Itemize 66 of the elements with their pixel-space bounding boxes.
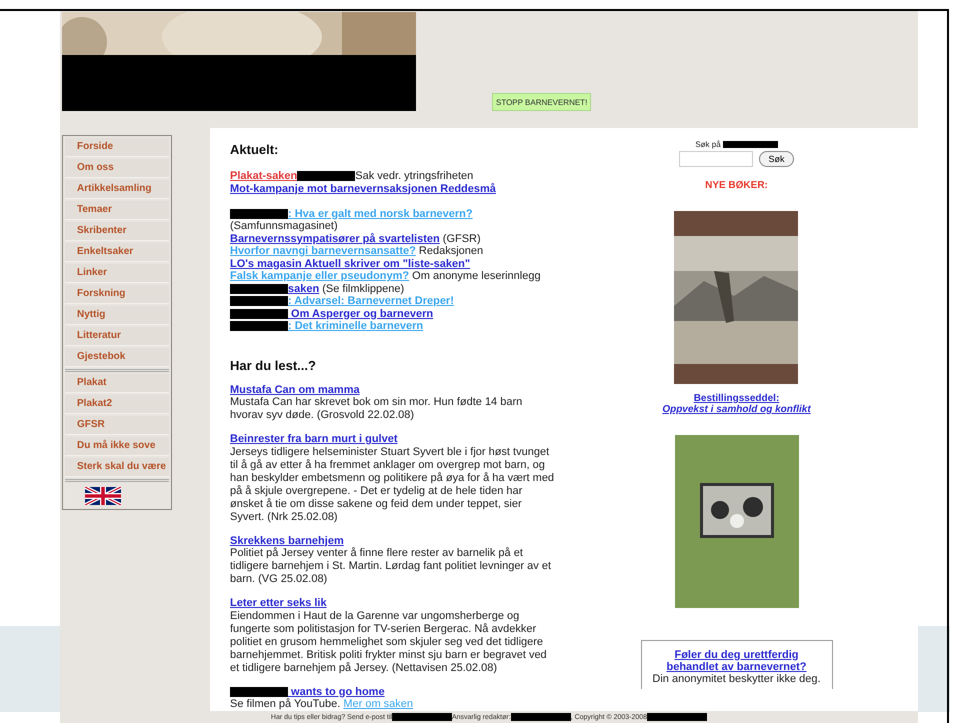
article-text: Se filmen på YouTube. — [230, 698, 342, 710]
stopp-button[interactable]: STOPP BARNEVERNET! — [492, 93, 592, 111]
order-link[interactable]: Oppvekst i samhold og konflikt — [662, 404, 811, 415]
search-field[interactable] — [679, 151, 754, 167]
nav-item[interactable]: Gjestebok — [65, 348, 169, 367]
news-note: (Samfunnsmagasinet) — [230, 220, 338, 232]
nav-item[interactable]: Om oss — [65, 159, 169, 178]
redacted-block — [392, 713, 452, 721]
news-link[interactable]: saken — [288, 282, 320, 294]
news-note: Om anonyme leserinnlegg — [411, 270, 541, 282]
news-note: (Se filmklippene) — [321, 282, 404, 294]
notice-link[interactable]: Føler du deg urettferdig behandlet av barnevernet? — [662, 649, 812, 673]
news-link[interactable]: Hvorfor navngi barnevernsansatte? — [230, 245, 416, 257]
nav-item[interactable]: Nyttig — [65, 306, 169, 325]
article-text: Jerseys tidligere helseminister Stuart Syvert ble i fjor høst tvunget til å gå av etter å ha fremmet anklager om overgrep mot barn, og han beskylder embetsmenn og politikere på øya for å ha vært med på å skjule overgrepene. - Det er tydelig at de hele tiden har ønsket å tie om disse sakene og feid dem under teppet, sier Syvert. (Nrk 25.02.08) — [230, 446, 554, 522]
nav-item[interactable]: Linker — [65, 264, 169, 283]
news-link[interactable]: Om Asperger og barnevern — [288, 308, 434, 320]
redacted-block — [230, 308, 288, 319]
news-link[interactable]: : Det kriminelle barnevern — [288, 320, 424, 332]
section-heading: Aktuelt: — [230, 142, 280, 157]
nav-item[interactable]: Du må ikke sove — [65, 437, 169, 456]
news-link[interactable]: LO's magasin Aktuell skriver om "liste-saken" — [230, 258, 470, 270]
nav-item[interactable]: Forside — [65, 138, 169, 157]
news-note: Redaksjonen — [418, 245, 484, 257]
news-link[interactable]: Falsk kampanje eller pseudonym? — [230, 270, 410, 282]
article-title-link[interactable]: Leter etter seks lik — [230, 597, 327, 609]
nav-item[interactable]: GFSR — [65, 416, 169, 435]
nav-item[interactable]: Sterk skal du være — [65, 458, 169, 477]
nav-item[interactable]: Artikkelsamling — [65, 180, 169, 199]
search-label: Søk på — [695, 140, 721, 149]
nav-item[interactable]: Plakat2 — [65, 395, 169, 414]
redacted-block — [230, 321, 288, 332]
article-title-link[interactable]: Beinrester fra barn murt i gulvet — [230, 433, 398, 445]
redacted-block — [297, 171, 356, 182]
nav-item[interactable]: Enkeltsaker — [65, 243, 169, 262]
article-title-link[interactable]: Skrekkens barnehjem — [230, 534, 344, 546]
redacted-block — [510, 713, 571, 721]
redacted-block — [722, 141, 778, 148]
article-title-link[interactable]: wants to go home — [288, 686, 385, 698]
more-link[interactable]: Mer om saken — [343, 698, 414, 710]
notice-text: Din anonymitet beskytter ikke deg. — [652, 673, 821, 685]
article-text: Mustafa Can har skrevet bok om sin mor. Hun fødte 14 barn hvorav syv døde. (Grosvold 22.02.08) — [230, 396, 522, 421]
article-title-link[interactable]: Mustafa Can om mamma — [230, 384, 360, 396]
nav-item[interactable]: Litteratur — [65, 327, 169, 346]
nav-item[interactable]: Skribenter — [65, 222, 169, 241]
redacted-block — [230, 296, 288, 306]
news-link[interactable]: Plakat-saken — [230, 170, 298, 182]
nav-item[interactable]: Plakat — [65, 374, 169, 393]
news-link[interactable]: Barnevernssympatisører på svartelisten — [230, 232, 440, 244]
news-link[interactable]: : Advarsel: Barnevernet Dreper! — [288, 295, 454, 307]
article-text: Politiet på Jersey venter å finne flere rester av barnelik på et tidligere barnehjem i St. Martin. Lørdag fant politiet levninger av et barn. (VG 25.02.08) — [230, 547, 551, 585]
news-link[interactable]: : Hva er galt med norsk barnevern? — [288, 208, 473, 220]
redacted-block — [647, 713, 708, 721]
order-link[interactable]: Bestillingsseddel: — [694, 393, 780, 404]
news-link[interactable]: Mot-kampanje mot barnevernsaksjonen Reddesmå — [230, 182, 496, 194]
section-heading: Har du lest...? — [230, 358, 317, 372]
article-text: Eiendommen i Haut de la Garenne var ungomsherberge og fungerte som politistasjon for TV-serien Bergerac. Nå avdekker politiet en grusom hemmelighet som skjuler seg ved det tidligere barnehjemmet. Britisk politi frykter minst sju barn er begravet ved et tidligere barnehjem på Jersey. (Nettavisen 25.02.08) — [230, 610, 547, 674]
news-note: Sak vedr. ytringsfriheten — [355, 170, 474, 182]
nav-item[interactable]: Forskning — [65, 285, 169, 304]
redacted-block — [230, 284, 288, 294]
books-heading: NYE BØKER: — [705, 180, 768, 191]
news-note: (GFSR) — [442, 232, 481, 244]
search-button[interactable]: Søk — [759, 151, 794, 167]
nav-item[interactable]: Temaer — [65, 201, 169, 220]
redacted-block — [230, 686, 288, 697]
redacted-block — [230, 208, 288, 219]
